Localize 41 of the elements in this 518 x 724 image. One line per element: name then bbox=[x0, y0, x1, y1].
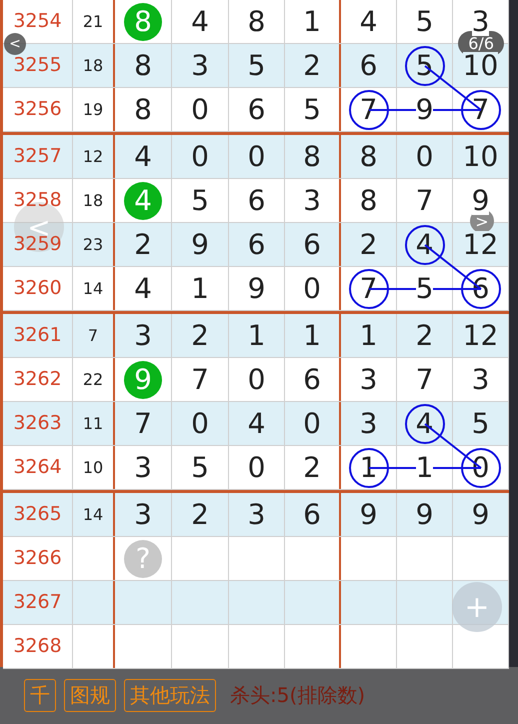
issue-number: 3266 bbox=[13, 549, 62, 568]
sum-value: 22 bbox=[82, 372, 104, 388]
issue-number: 3267 bbox=[13, 593, 62, 612]
number-ball: 8 bbox=[124, 2, 162, 40]
issue-number: 3262 bbox=[13, 370, 62, 389]
sum-value: 7 bbox=[88, 328, 98, 344]
unknown-ball: ? bbox=[124, 540, 162, 578]
note-text: 杀头:5(排除数) bbox=[230, 682, 366, 709]
sum-value: 23 bbox=[82, 236, 104, 252]
sum-value: 21 bbox=[82, 14, 104, 30]
sum-value: 11 bbox=[82, 416, 104, 432]
sum-value: 18 bbox=[82, 192, 104, 208]
number-ball: 4 bbox=[124, 182, 162, 220]
issue-number: 3259 bbox=[13, 235, 62, 254]
number-ball: 9 bbox=[124, 360, 162, 398]
circled-number: 7 bbox=[348, 90, 388, 130]
sum-value: 14 bbox=[82, 280, 104, 296]
sum-value: 19 bbox=[82, 102, 104, 118]
issue-number: 3254 bbox=[13, 12, 62, 31]
number: 9 bbox=[472, 186, 490, 214]
sum-value: 10 bbox=[82, 460, 104, 476]
issue-number: 3263 bbox=[13, 414, 62, 433]
issue-number: 3264 bbox=[13, 458, 62, 477]
issue-number: 3260 bbox=[13, 279, 62, 298]
number: 3 bbox=[472, 8, 490, 36]
option-button[interactable]: 其他玩法 bbox=[124, 679, 216, 712]
issue-number: 3268 bbox=[13, 637, 62, 656]
issue-number: 3261 bbox=[13, 326, 62, 345]
sum-value: 14 bbox=[82, 506, 104, 522]
circled-number: 7 bbox=[460, 90, 500, 130]
option-button[interactable]: 图规 bbox=[64, 679, 116, 712]
issue-number: 3257 bbox=[13, 147, 62, 166]
circled-number: 5 bbox=[404, 46, 444, 86]
issue-number: 3255 bbox=[13, 56, 62, 75]
issue-number: 3256 bbox=[13, 100, 62, 119]
circled-number: 1 bbox=[348, 448, 388, 488]
sum-value: 12 bbox=[82, 148, 104, 164]
circled-number: 7 bbox=[348, 268, 388, 308]
option-button[interactable]: 千 bbox=[24, 679, 56, 712]
sum-value: 18 bbox=[82, 58, 104, 74]
issue-number: 3265 bbox=[13, 505, 62, 524]
